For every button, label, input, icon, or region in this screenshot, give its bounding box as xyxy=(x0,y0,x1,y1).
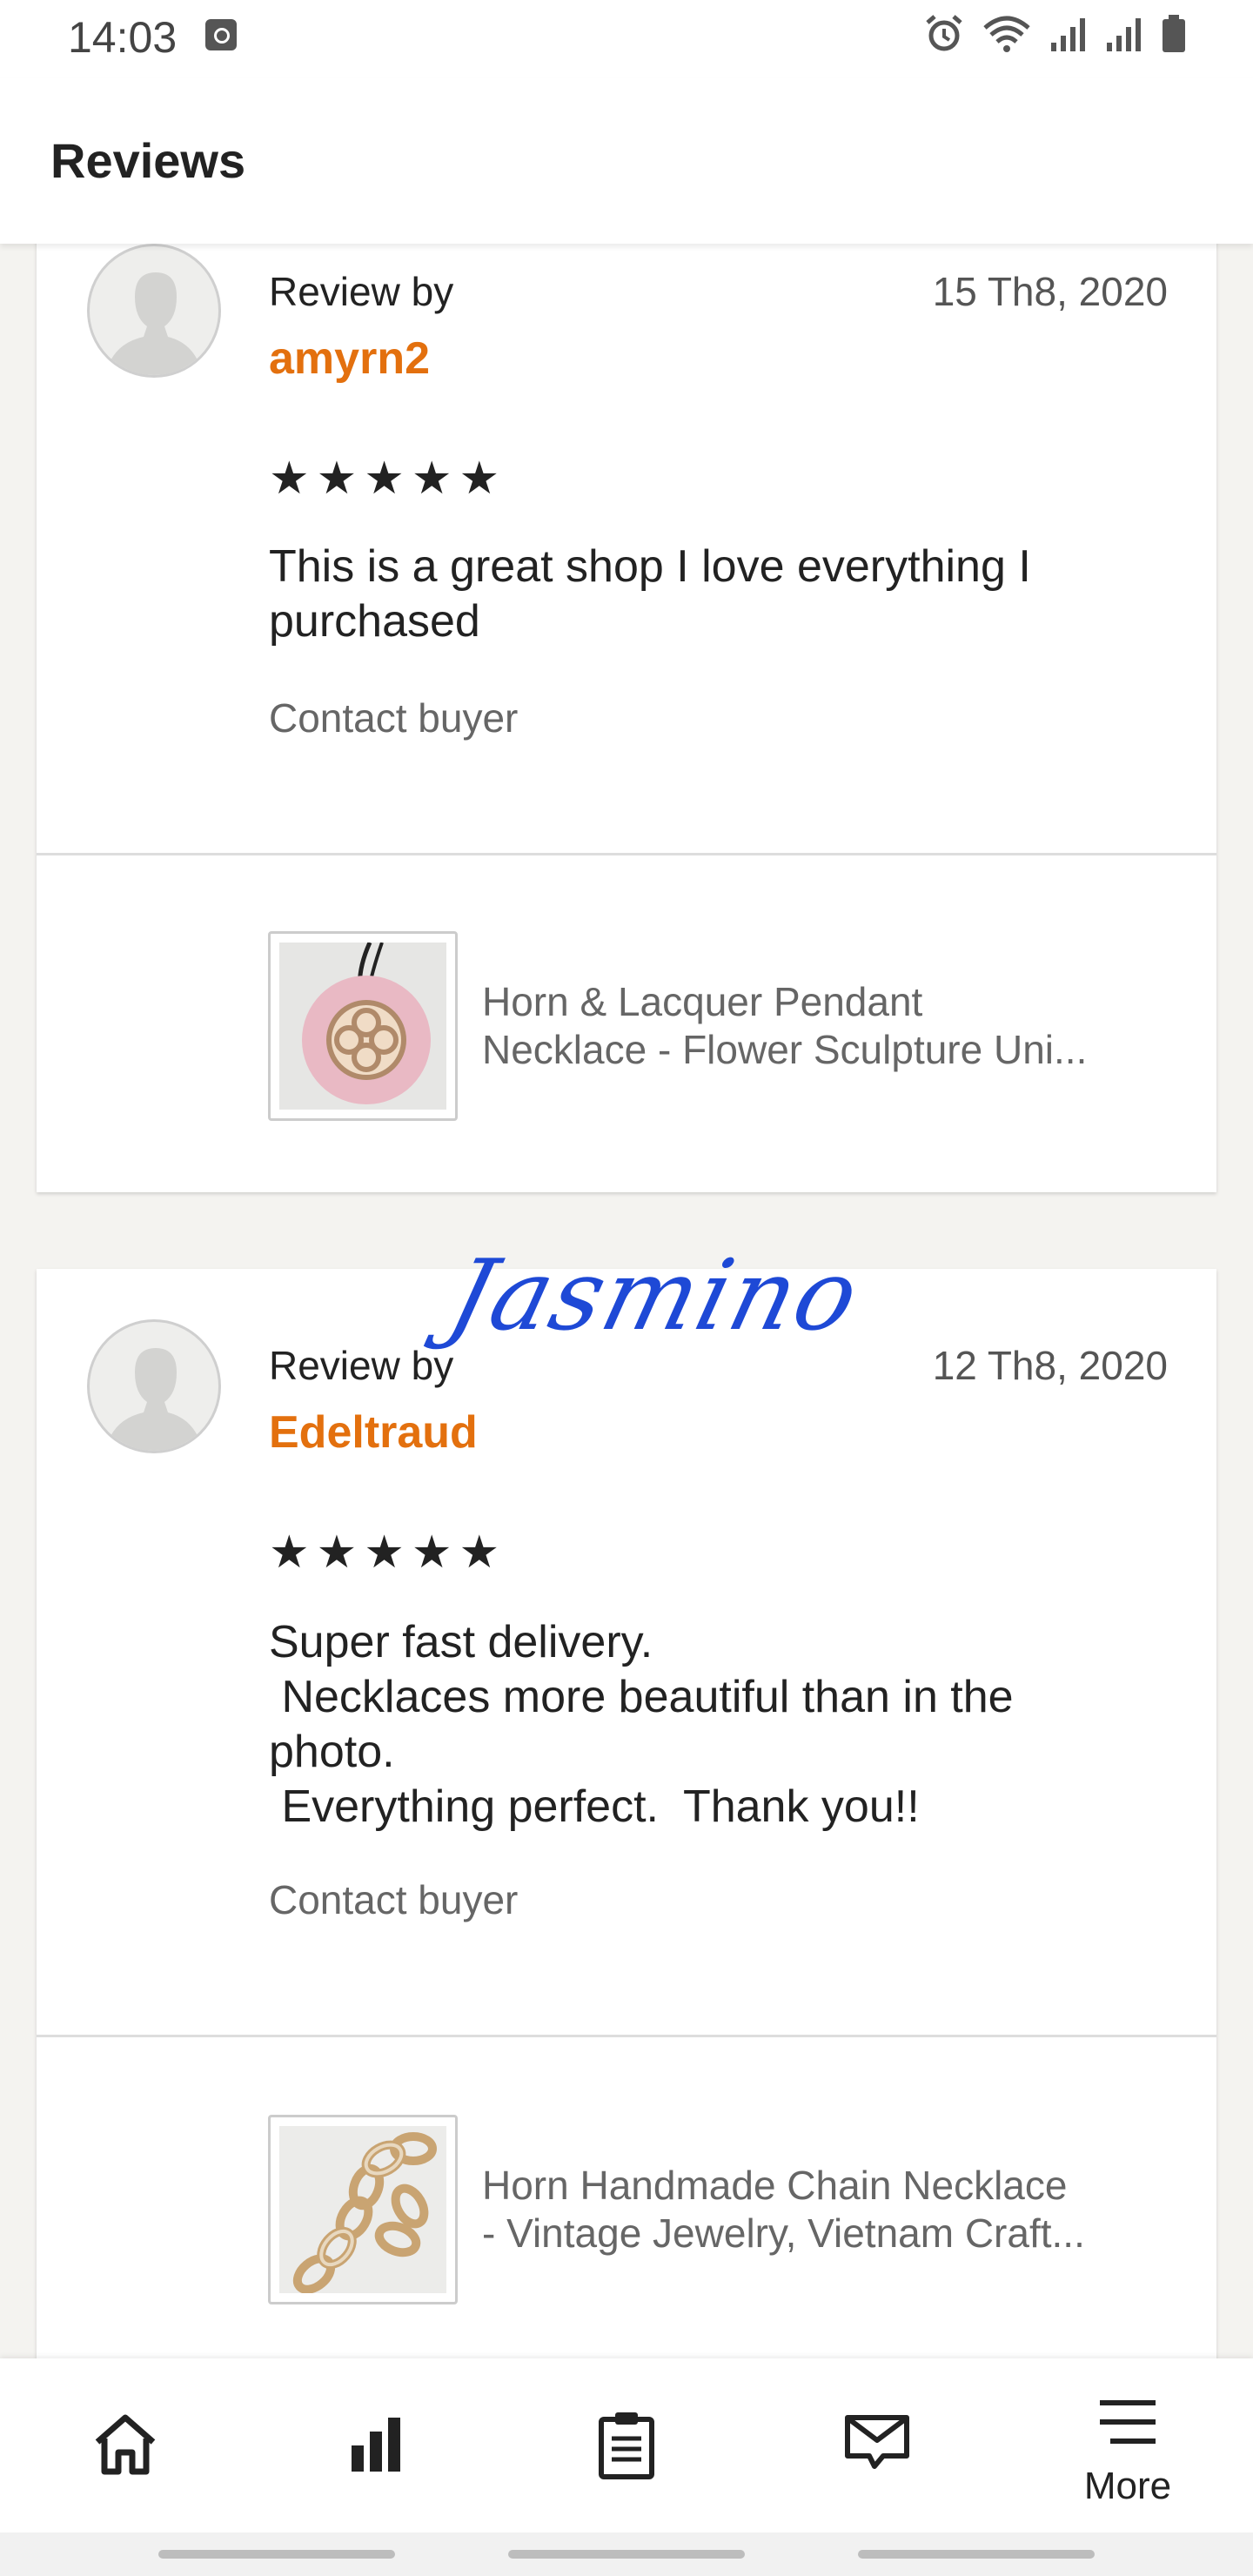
listing-title-line: Necklace - Flower Sculpture Uni... xyxy=(482,1027,1088,1072)
bar-chart-icon xyxy=(352,2418,400,2472)
listing-title-line: Horn Handmade Chain Necklace xyxy=(482,2163,1068,2208)
home-icon xyxy=(95,2414,156,2475)
listing-title-line: - Vintage Jewelry, Vietnam Craft... xyxy=(482,2210,1085,2256)
battery-icon xyxy=(1163,15,1185,52)
gesture-pill[interactable] xyxy=(158,2550,395,2559)
clipboard-icon xyxy=(599,2412,654,2479)
avatar[interactable] xyxy=(87,1319,221,1453)
listing-title-line: Horn & Lacquer Pendant xyxy=(482,979,923,1024)
bottom-navigation: More xyxy=(0,2358,1253,2532)
nav-more-label: More xyxy=(1083,2465,1172,2507)
nav-stats[interactable] xyxy=(251,2358,501,2532)
clock-badge-icon xyxy=(205,19,237,50)
chain-necklace-image xyxy=(279,2126,446,2293)
star-rating: ★★★★★ xyxy=(269,453,507,504)
default-avatar-icon xyxy=(105,1348,203,1451)
review-text: This is a great shop I love everything I… xyxy=(269,541,1031,647)
menu-icon xyxy=(1100,2400,1156,2444)
status-bar: 14:03 xyxy=(0,0,1253,78)
review-by-label: Review by xyxy=(269,1343,454,1388)
contact-buyer-link[interactable]: Contact buyer xyxy=(269,694,518,741)
handwritten-signature: Jasmino xyxy=(438,1239,871,1352)
listing-title[interactable]: Horn & Lacquer Pendant Necklace - Flower… xyxy=(482,978,1178,1074)
review-date: 12 Th8, 2020 xyxy=(932,1343,1168,1388)
gesture-pill[interactable] xyxy=(508,2550,745,2559)
review-by-label: Review by xyxy=(269,269,454,314)
app-header: Reviews xyxy=(0,78,1253,244)
status-time: 14:03 xyxy=(68,13,178,62)
nav-orders[interactable] xyxy=(501,2358,752,2532)
mail-icon xyxy=(845,2415,909,2469)
divider xyxy=(37,853,1216,855)
default-avatar-icon xyxy=(105,272,203,375)
review-card: Review by 12 Th8, 2020 Edeltraud ★★★★★ S… xyxy=(37,1269,1216,2358)
listing-title[interactable]: Horn Handmade Chain Necklace - Vintage J… xyxy=(482,2162,1178,2257)
signal-icon xyxy=(1107,18,1141,51)
page-title: Reviews xyxy=(50,133,246,188)
contact-buyer-link[interactable]: Contact buyer xyxy=(269,1876,518,1923)
listing-thumbnail[interactable] xyxy=(268,2115,458,2304)
nav-more[interactable]: More xyxy=(1002,2358,1253,2532)
nav-messages[interactable] xyxy=(752,2358,1002,2532)
wifi-icon xyxy=(983,16,1030,52)
gesture-bar xyxy=(0,2532,1253,2576)
reviewer-name[interactable]: Edeltraud xyxy=(269,1406,478,1459)
divider xyxy=(37,2035,1216,2037)
status-icons xyxy=(924,14,1187,54)
alarm-icon xyxy=(926,15,962,51)
reviewer-name[interactable]: amyrn2 xyxy=(269,332,430,385)
nav-home[interactable] xyxy=(0,2358,251,2532)
review-text: Super fast delivery. Necklaces more beau… xyxy=(269,1617,1014,1832)
star-rating: ★★★★★ xyxy=(269,1527,507,1578)
signal-icon xyxy=(1051,18,1085,51)
review-date: 15 Th8, 2020 xyxy=(932,269,1168,314)
gesture-pill[interactable] xyxy=(858,2550,1095,2559)
review-card: Review by 15 Th8, 2020 amyrn2 ★★★★★ This… xyxy=(37,244,1216,1192)
pendant-image xyxy=(279,943,446,1110)
listing-thumbnail[interactable] xyxy=(268,931,458,1121)
avatar[interactable] xyxy=(87,244,221,378)
